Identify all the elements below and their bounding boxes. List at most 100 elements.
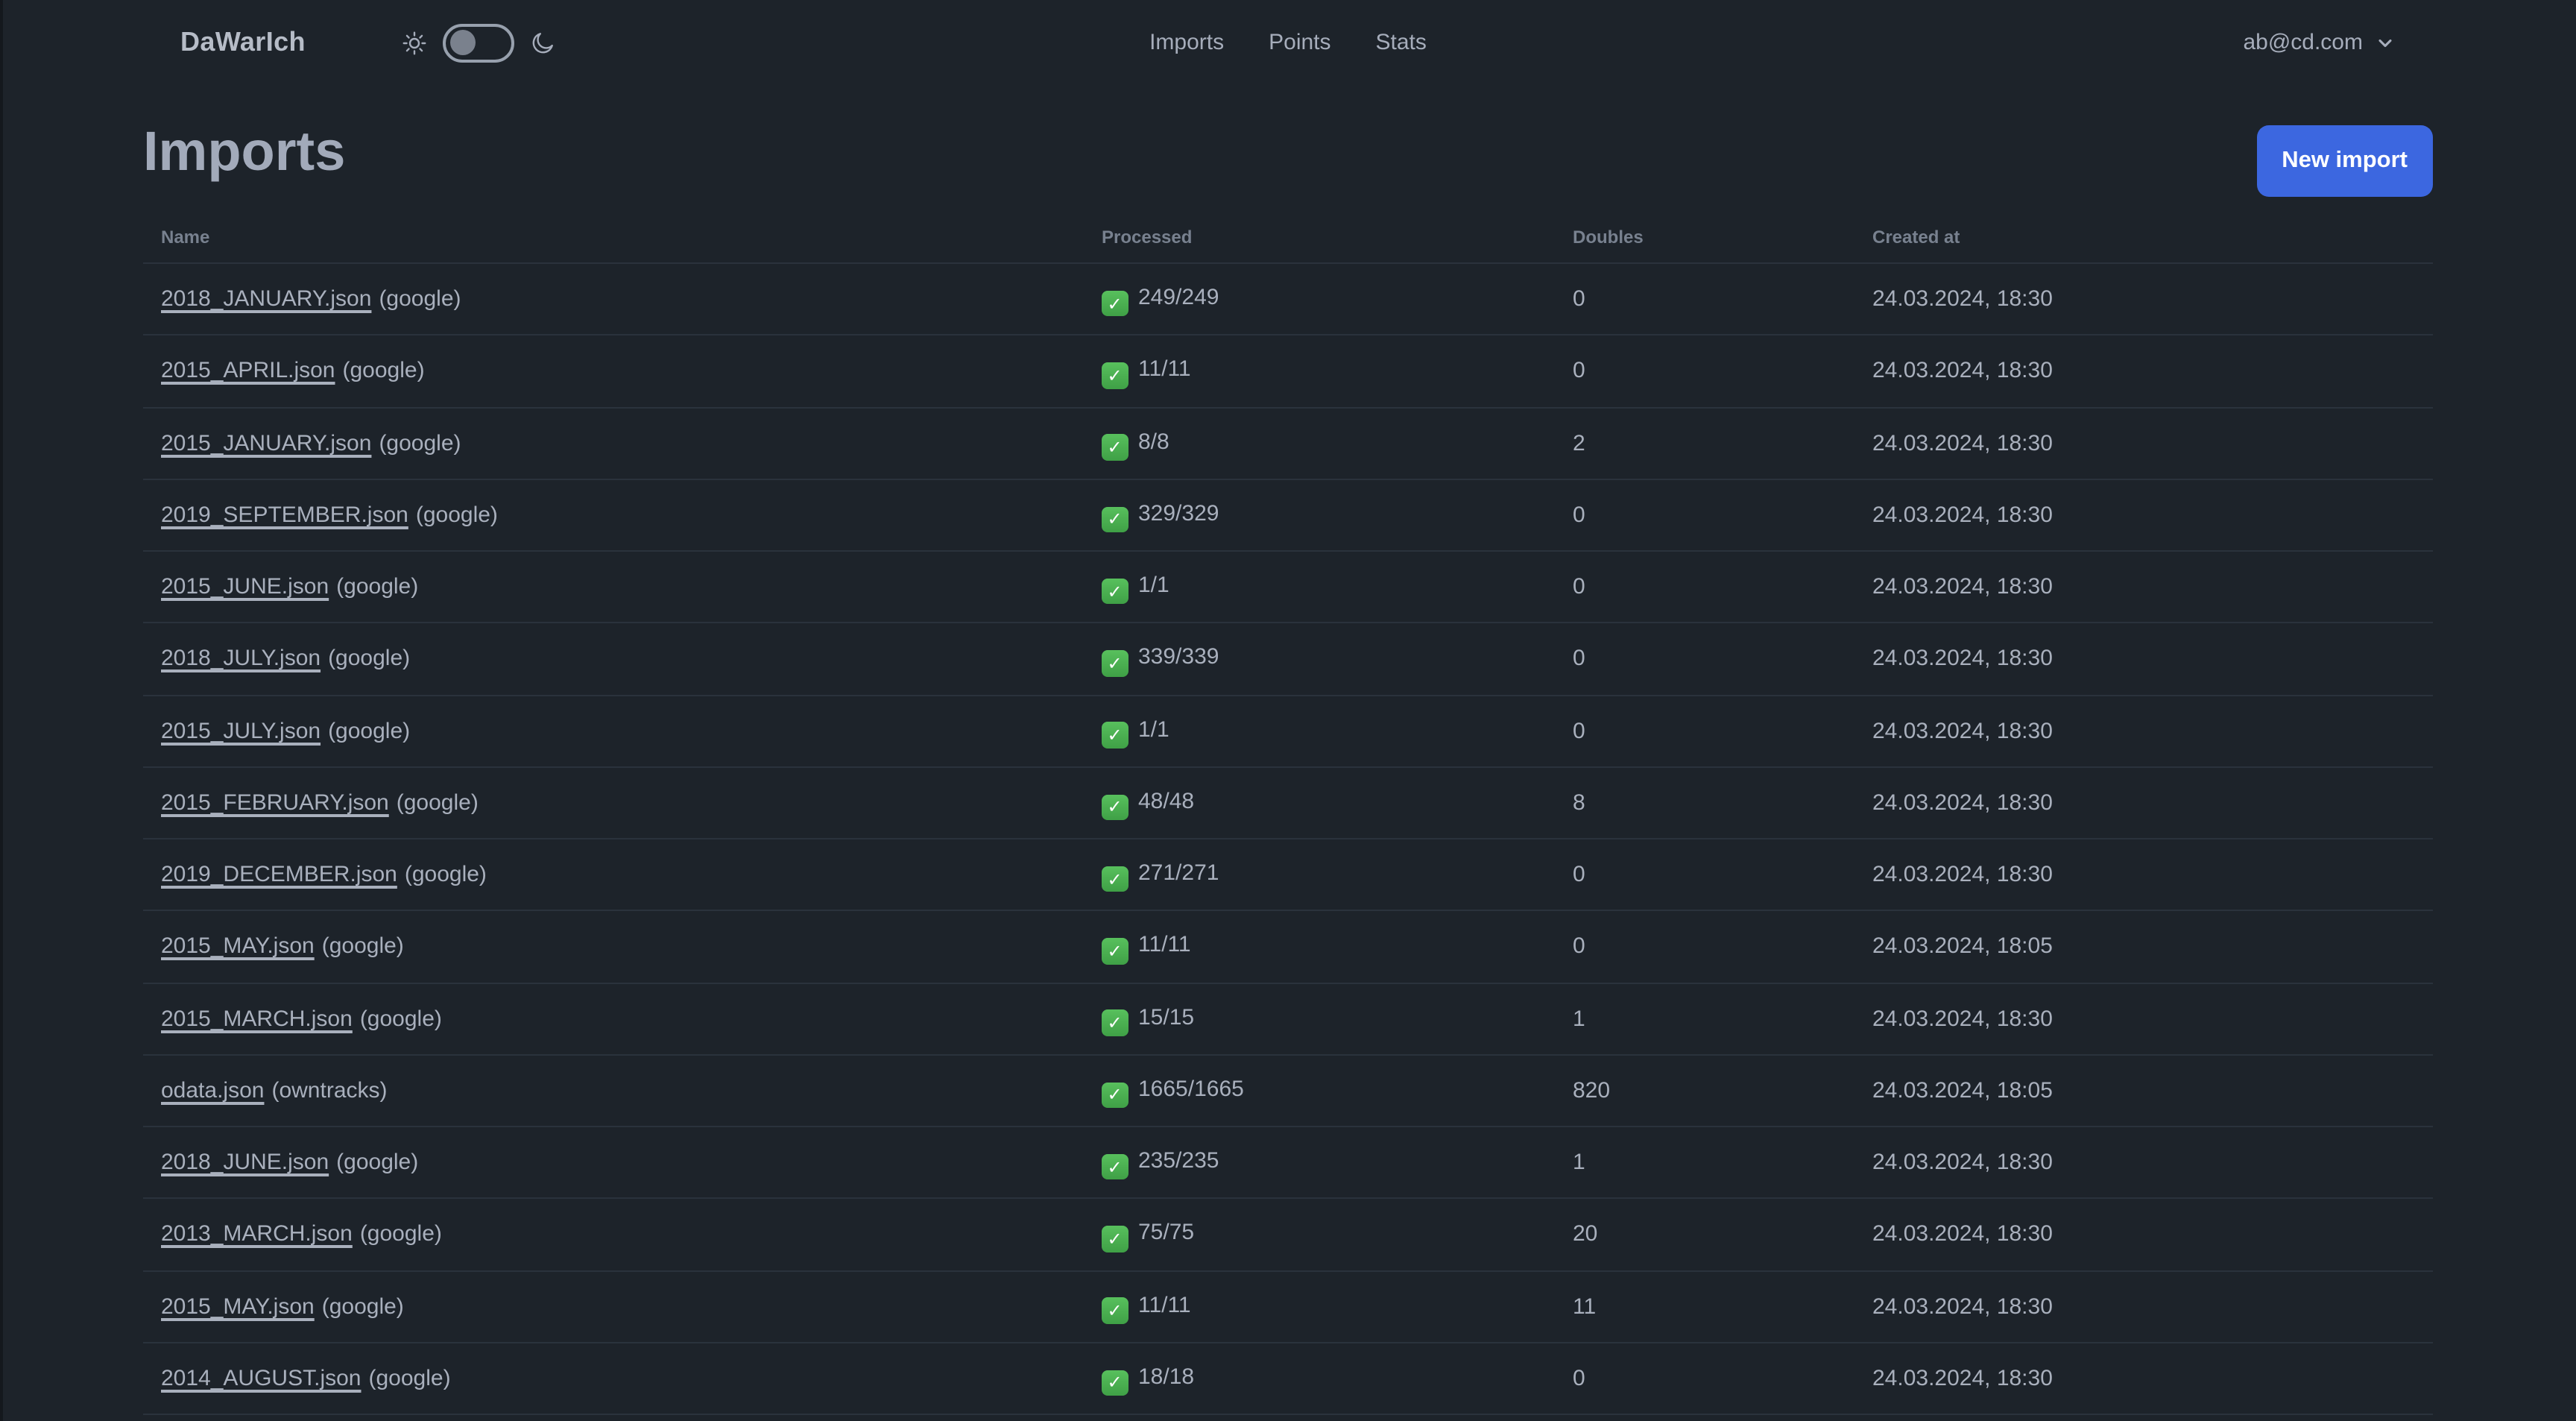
processed-count: 48/48 bbox=[1138, 788, 1195, 814]
doubles-count: 20 bbox=[1555, 1198, 1854, 1272]
table-row: 2015_FEBRUARY.json (google) 48/48 8 24.03… bbox=[143, 766, 2433, 840]
import-source-label: (google) bbox=[359, 1221, 442, 1247]
table-row: 2015_MAY.json(google) 11/11 11 24.03.202… bbox=[143, 1270, 2433, 1343]
created-at-value: 24.03.2024, 18:30 bbox=[1854, 983, 2433, 1056]
main-nav: Imports Points Stats bbox=[1149, 0, 1427, 85]
success-check-icon bbox=[1102, 1297, 1128, 1324]
import-source-label: (google) bbox=[321, 1294, 404, 1320]
chevron-down-icon bbox=[2378, 38, 2392, 47]
table-row: 2018_JANUARY.json (google) 249/249 0 24.0… bbox=[143, 263, 2433, 336]
new-import-button[interactable]: New import bbox=[2256, 125, 2433, 197]
doubles-count: 8 bbox=[1555, 766, 1854, 840]
import-file-link[interactable]: 2015_JANUARY.json bbox=[161, 430, 371, 456]
import-source-label: (google) bbox=[368, 1365, 451, 1391]
import-source-label: (google) bbox=[328, 646, 411, 672]
doubles-count: 0 bbox=[1555, 551, 1854, 624]
processed-count: 339/339 bbox=[1138, 644, 1219, 670]
import-file-link[interactable]: 2015_MARCH.json bbox=[161, 1006, 353, 1031]
table-row: 2019_SEPTEMBER.json (google) 329/329 0 24… bbox=[143, 479, 2433, 552]
doubles-count: 1 bbox=[1555, 983, 1854, 1056]
theme-toggle[interactable] bbox=[442, 23, 514, 62]
created-at-value: 24.03.2024, 18:30 bbox=[1854, 695, 2433, 768]
processed-count: 235/235 bbox=[1138, 1148, 1219, 1173]
doubles-count: 0 bbox=[1555, 263, 1854, 336]
table-row: 2014_AUGUST.json(google) 18/18 0 24.03.2… bbox=[143, 1342, 2433, 1416]
doubles-count: 2 bbox=[1555, 407, 1854, 480]
created-at-value: 24.03.2024, 18:05 bbox=[1854, 910, 2433, 984]
import-file-link[interactable]: odata.json bbox=[161, 1078, 264, 1103]
success-check-icon bbox=[1102, 722, 1128, 749]
import-file-link[interactable]: 2015_MAY.json bbox=[161, 934, 315, 960]
table-row: 2018_JULY.json (google) 339/339 0 24.03.2… bbox=[143, 623, 2433, 696]
nav-item-stats[interactable]: Stats bbox=[1376, 30, 1427, 55]
page-title: Imports bbox=[143, 121, 346, 182]
nav-item-imports[interactable]: Imports bbox=[1149, 30, 1224, 55]
import-source-label: (google) bbox=[359, 1006, 442, 1032]
success-check-icon bbox=[1102, 434, 1128, 461]
processed-count: 8/8 bbox=[1138, 429, 1169, 454]
created-at-value: 24.03.2024, 18:30 bbox=[1854, 1198, 2433, 1272]
processed-count: 18/18 bbox=[1138, 1364, 1195, 1390]
import-file-link[interactable]: 2019_SEPTEMBER.json bbox=[161, 502, 408, 528]
processed-count: 329/329 bbox=[1138, 500, 1219, 526]
processed-count: 1665/1665 bbox=[1138, 1076, 1244, 1102]
created-at-value: 24.03.2024, 18:30 bbox=[1854, 551, 2433, 624]
navbar: DaWarIch Imports Points Stats ab@cd.com bbox=[0, 0, 2576, 85]
import-file-link[interactable]: 2018_JUNE.json bbox=[161, 1150, 329, 1175]
table-row: 2015_APRIL.json (google) 11/11 0 24.03.20… bbox=[143, 335, 2433, 409]
created-at-value: 24.03.2024, 18:30 bbox=[1854, 263, 2433, 336]
success-check-icon bbox=[1102, 1009, 1128, 1036]
import-source-label: (google) bbox=[321, 933, 404, 960]
table-row: 2015_JANUARY.json (google) 8/8 2 24.03.20… bbox=[143, 407, 2433, 480]
table-row: 2019_DECEMBER.json (google) 271/271 0 24.… bbox=[143, 839, 2433, 912]
column-header-processed: Processed bbox=[1084, 206, 1555, 264]
success-check-icon bbox=[1102, 866, 1128, 892]
processed-count: 1/1 bbox=[1138, 716, 1169, 742]
import-file-link[interactable]: 2013_MARCH.json bbox=[161, 1222, 353, 1247]
table-row: 2015_JUNE.json (google) 1/1 0 24.03.2024,… bbox=[143, 551, 2433, 624]
table-row: 2018_JUNE.json (google) 235/235 1 24.03.2… bbox=[143, 1127, 2433, 1200]
doubles-count: 0 bbox=[1555, 623, 1854, 696]
import-file-link[interactable]: 2014_AUGUST.json bbox=[161, 1366, 362, 1391]
success-check-icon bbox=[1102, 362, 1128, 388]
created-at-value: 24.03.2024, 18:30 bbox=[1854, 1270, 2433, 1343]
created-at-value: 24.03.2024, 18:30 bbox=[1854, 407, 2433, 480]
imports-table: Name Processed Doubles Created at 2018_J… bbox=[143, 206, 2433, 1421]
column-header-created-at: Created at bbox=[1854, 206, 2433, 264]
app-logo[interactable]: DaWarIch bbox=[180, 27, 306, 58]
import-file-link[interactable]: 2018_JULY.json bbox=[161, 646, 321, 672]
processed-count: 271/271 bbox=[1138, 860, 1219, 886]
import-file-link[interactable]: 2015_MAY.json bbox=[161, 1294, 315, 1319]
table-row: 2013_MARCH.json(google) 75/75 20 24.03.2… bbox=[143, 1198, 2433, 1272]
doubles-count: 0 bbox=[1555, 335, 1854, 409]
created-at-value: 24.03.2024, 18:30 bbox=[1854, 479, 2433, 552]
nav-item-points[interactable]: Points bbox=[1269, 30, 1330, 55]
success-check-icon bbox=[1102, 650, 1128, 676]
created-at-value: 24.03.2024, 18:30 bbox=[1854, 766, 2433, 840]
imports-table-body: 2018_JANUARY.json (google) 249/249 0 24.0… bbox=[143, 263, 2433, 1421]
import-file-link[interactable]: 2018_JANUARY.json bbox=[161, 286, 371, 312]
import-file-link[interactable]: 2015_JULY.json bbox=[161, 718, 321, 743]
import-source-label: (google) bbox=[336, 1150, 419, 1176]
table-header-row: Name Processed Doubles Created at bbox=[143, 206, 2433, 264]
sun-icon bbox=[402, 31, 426, 54]
column-header-name: Name bbox=[143, 206, 1084, 264]
import-source-label: (google) bbox=[396, 790, 479, 816]
import-file-link[interactable]: 2019_DECEMBER.json bbox=[161, 862, 397, 887]
moon-icon bbox=[532, 32, 553, 53]
success-check-icon bbox=[1102, 938, 1128, 964]
app-root: DaWarIch Imports Points Stats ab@cd.com … bbox=[0, 0, 2576, 1421]
processed-count: 11/11 bbox=[1138, 1292, 1191, 1317]
created-at-value: 24.03.2024, 18:30 bbox=[1854, 623, 2433, 696]
import-file-link[interactable]: 2015_FEBRUARY.json bbox=[161, 790, 389, 816]
column-header-doubles: Doubles bbox=[1555, 206, 1854, 264]
import-source-label: (google) bbox=[328, 718, 411, 744]
import-file-link[interactable]: 2015_APRIL.json bbox=[161, 359, 335, 384]
account-menu[interactable]: ab@cd.com bbox=[2243, 30, 2396, 55]
created-at-value: 24.03.2024, 18:30 bbox=[1854, 1342, 2433, 1416]
doubles-count: 0 bbox=[1555, 1342, 1854, 1416]
success-check-icon bbox=[1102, 578, 1128, 605]
import-source-label: (owntracks) bbox=[271, 1077, 388, 1103]
import-file-link[interactable]: 2015_JUNE.json bbox=[161, 574, 329, 599]
processed-count: 11/11 bbox=[1138, 356, 1191, 382]
